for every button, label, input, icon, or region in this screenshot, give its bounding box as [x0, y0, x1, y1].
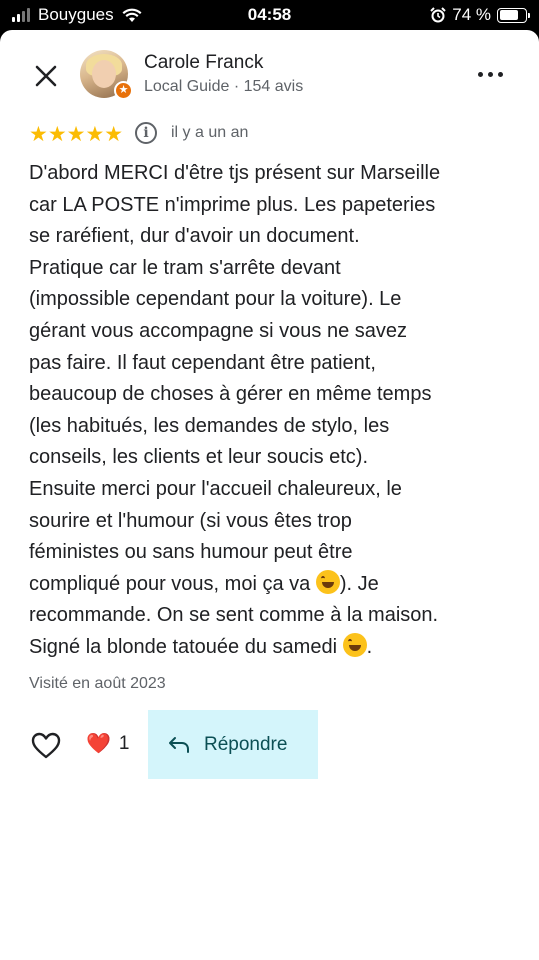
close-icon[interactable] [30, 60, 62, 92]
battery-group: 74 % [430, 5, 530, 25]
reaction-summary[interactable]: ❤️ 1 [86, 732, 129, 756]
reply-label: Répondre [204, 733, 288, 755]
reply-button[interactable]: Répondre [148, 710, 318, 779]
info-icon[interactable]: i [135, 122, 157, 144]
reviewer-subtitle[interactable]: Local Guide · 154 avis [144, 78, 303, 96]
review-line-with-emoji: Signé la blonde tatouée du samedi . [29, 632, 519, 664]
rofl-emoji-icon [342, 632, 367, 657]
review-line: Ensuite merci pour l'accueil chaleureux,… [29, 477, 402, 500]
red-heart-icon: ❤️ [86, 733, 111, 755]
review-line-with-emoji: compliqué pour vous, moi ça va ). Je [29, 569, 519, 601]
review-date: il y a un an [171, 124, 249, 141]
review-line: beaucoup de choses à gérer en même temps [29, 383, 432, 406]
battery-level [499, 10, 518, 20]
rofl-emoji-icon [315, 569, 340, 594]
review-line: D'abord MERCI d'être tjs présent sur Mar… [29, 162, 441, 184]
reply-arrow-icon [169, 736, 189, 753]
review-line: gérant vous accompagne si vous ne savez [29, 319, 407, 342]
review-line: Pratique car le tram s'arrête devant [29, 256, 341, 279]
local-guide-badge-icon: ★ [114, 81, 133, 100]
review-line: recommande. On se sent comme à la maison… [29, 604, 439, 627]
battery-icon [497, 7, 530, 23]
review-line: pas faire. Il faut cependant être patien… [29, 351, 376, 374]
review-text: D'abord MERCI d'être tjs présent sur Mar… [29, 158, 519, 664]
review-line: conseils, les clients et leur soucis etc… [29, 446, 369, 469]
review-line: féministes ou sans humour peut être [29, 541, 353, 564]
review-sheet: ★ Carole Franck Local Guide · 154 avis ★… [0, 30, 539, 960]
reviewer-name[interactable]: Carole Franck [144, 52, 263, 74]
visited-date: Visité en août 2023 [29, 675, 166, 692]
review-line: se raréfient, dur d'avoir un document. [29, 225, 360, 248]
heart-outline-icon[interactable] [30, 730, 62, 762]
status-bar: Bouygues 04:58 74 % [0, 0, 539, 30]
reaction-count: 1 [118, 733, 130, 754]
review-line: car LA POSTE n'imprime plus. Les papeter… [29, 193, 436, 216]
battery-percent: 74 % [452, 5, 491, 24]
more-options-icon[interactable] [478, 66, 510, 82]
alarm-icon [430, 7, 446, 23]
review-line: (les habitués, les demandes de stylo, le… [29, 414, 390, 437]
review-line: (impossible cependant pour la voiture). … [29, 288, 402, 311]
review-line: sourire et l'humour (si vous êtes trop [29, 509, 352, 532]
star-rating: ★★★★★ [29, 123, 124, 146]
